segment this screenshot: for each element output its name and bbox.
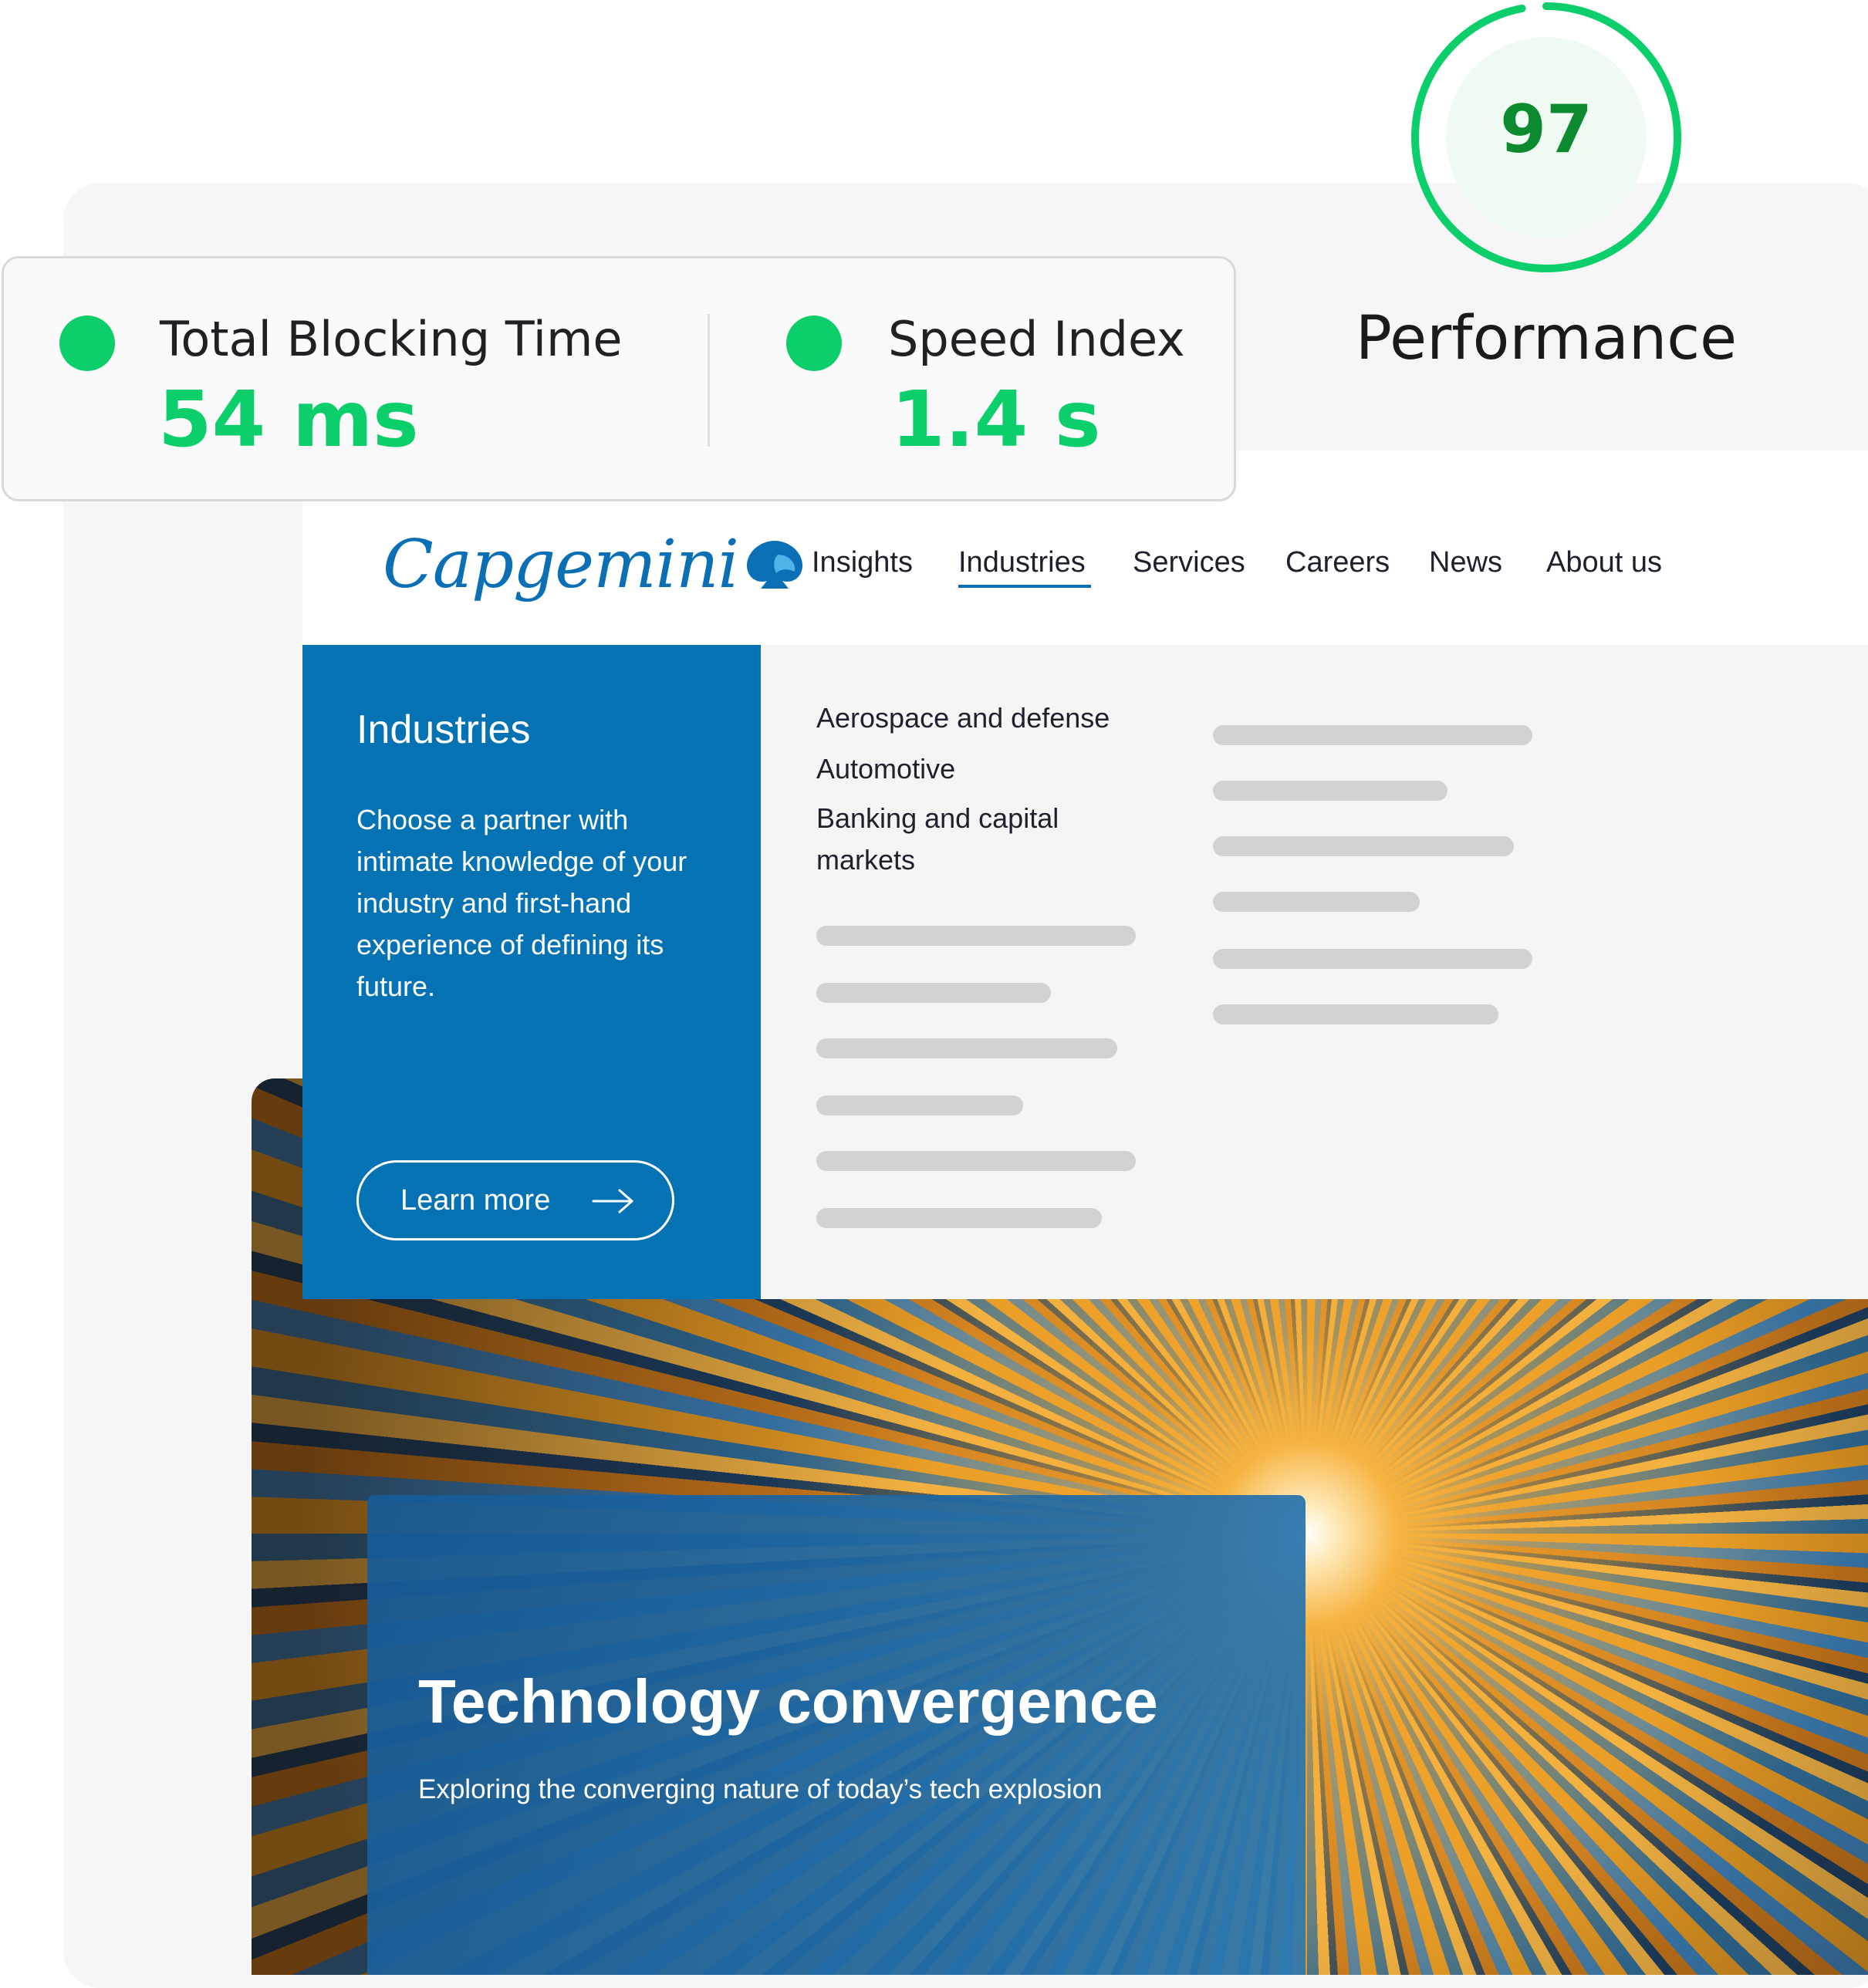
mega-menu-title: Industries — [356, 707, 531, 752]
placeholder-line — [816, 983, 1051, 1003]
nav-news[interactable]: News — [1429, 546, 1502, 579]
nav-services[interactable]: Services — [1133, 546, 1245, 579]
learn-more-button[interactable]: Learn more — [356, 1160, 674, 1240]
mega-menu-description: Choose a partner with intimate knowledge… — [356, 804, 687, 1002]
website-mockup: Capgemini Insights Industries Services C… — [302, 451, 1868, 1299]
nav-careers[interactable]: Careers — [1285, 546, 1390, 579]
hero-title: Technology convergence — [418, 1667, 1158, 1736]
placeholder-line — [1213, 949, 1532, 969]
nav-active-underline — [958, 585, 1091, 588]
placeholder-line — [1213, 1004, 1498, 1024]
nav-insights[interactable]: Insights — [812, 546, 913, 579]
mega-menu-intro: Industries Choose a partner with intimat… — [302, 645, 761, 1299]
placeholder-line — [1213, 781, 1447, 801]
nav-industries[interactable]: Industries — [958, 546, 1086, 579]
metric-divider — [708, 314, 710, 447]
placeholder-line — [816, 1038, 1117, 1058]
nav-about-us[interactable]: About us — [1546, 546, 1662, 579]
metric-value: 54 ms — [158, 374, 419, 464]
placeholder-line — [1213, 892, 1420, 912]
arrow-right-icon — [592, 1189, 633, 1213]
metrics-card: Total Blocking Time 54 ms Speed Index 1.… — [2, 256, 1236, 501]
placeholder-line — [816, 1151, 1136, 1171]
metric-label: Speed Index — [888, 311, 1185, 367]
hero-card[interactable]: Technology convergence Exploring the con… — [367, 1495, 1306, 1975]
placeholder-line — [816, 1095, 1023, 1116]
spade-icon — [747, 541, 803, 589]
menu-link-aerospace[interactable]: Aerospace and defense — [816, 697, 1110, 739]
hero-subtitle: Exploring the converging nature of today… — [418, 1774, 1103, 1804]
capgemini-logo[interactable]: Capgemini — [383, 526, 806, 603]
placeholder-line — [816, 1208, 1102, 1228]
performance-score: 97 — [1500, 91, 1593, 168]
learn-more-label: Learn more — [400, 1184, 551, 1217]
menu-link-banking[interactable]: Banking and capital markets — [816, 798, 1140, 881]
status-dot-icon — [59, 316, 115, 371]
menu-link-automotive[interactable]: Automotive — [816, 748, 955, 790]
metric-label: Total Blocking Time — [160, 311, 623, 367]
performance-label: Performance — [1355, 304, 1738, 373]
status-dot-icon — [786, 316, 842, 371]
placeholder-line — [816, 926, 1136, 946]
industries-mega-menu: Industries Choose a partner with intimat… — [302, 645, 1868, 1299]
placeholder-line — [1213, 836, 1514, 856]
placeholder-line — [1213, 725, 1532, 745]
logo-text: Capgemini — [383, 526, 739, 603]
metric-value: 1.4 s — [891, 374, 1101, 464]
